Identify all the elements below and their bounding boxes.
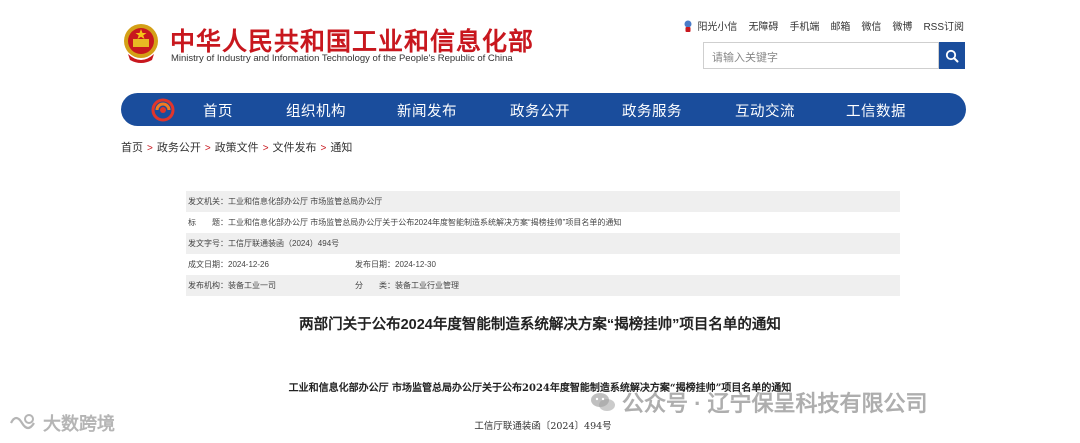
breadcrumb-home[interactable]: 首页 (121, 142, 143, 154)
nav-item-home[interactable]: 首页 (203, 100, 233, 121)
top-link-label: 阳光小信 (697, 22, 738, 33)
site-title-english: Ministry of Industry and Information Tec… (171, 53, 513, 64)
article-title: 两部门关于公布2024年度智能制造系统解决方案“揭榜挂帅”项目名单的通知 (299, 317, 781, 333)
document-meta-table: 发文机关：工业和信息化部办公厅 市场监管总局办公厅 标 题：工业和信息化部办公厅… (186, 191, 900, 296)
nav-item-data[interactable]: 工信数据 (846, 100, 906, 121)
breadcrumb-separator: > (320, 143, 327, 154)
meta-org-row: 发布机构：装备工业一司 分 类：装备工业行业管理 (186, 275, 900, 296)
ministry-logo-icon (151, 98, 175, 122)
meta-category: 分 类：装备工业行业管理 (355, 281, 459, 290)
meta-dates-row: 成文日期：2024-12-26 发布日期：2024-12-30 (186, 254, 900, 275)
wechat-icon (591, 393, 615, 411)
breadcrumb-separator: > (262, 143, 269, 154)
top-link-weibo[interactable]: 微博 (892, 18, 912, 33)
top-link-mobile[interactable]: 手机端 (789, 18, 819, 33)
watermark-right-text: 公众号 · 辽宁保呈科技有限公司 (622, 391, 928, 416)
nav-item-government-affairs[interactable]: 政务公开 (510, 100, 570, 121)
meta-created-date: 成文日期：2024-12-26 (188, 260, 269, 269)
breadcrumb-release[interactable]: 文件发布 (273, 142, 317, 154)
nav-item-interaction[interactable]: 互动交流 (735, 100, 795, 121)
meta-title: 标 题：工业和信息化部办公厅 市场监管总局办公厅关于公布2024年度智能制造系统… (188, 218, 622, 227)
meta-org: 发布机构：装备工业一司 (188, 281, 276, 290)
top-links: 阳光小信 无障碍 手机端 邮箱 微信 微博 RSS订阅 (683, 18, 964, 33)
watermark-right: 公众号 · 辽宁保呈科技有限公司 (590, 386, 928, 418)
national-emblem-icon (124, 24, 158, 63)
meta-doc-no: 发文字号：工信厅联通装函（2024）494号 (186, 233, 900, 254)
top-link-sunshine[interactable]: 阳光小信 (683, 18, 737, 33)
nav-item-organization[interactable]: 组织机构 (286, 100, 346, 121)
breadcrumb-separator: > (204, 143, 211, 154)
meta-issuer: 发文机关：工业和信息化部办公厅 市场监管总局办公厅 (186, 191, 900, 212)
search-placeholder: 请输入关键字 (712, 52, 778, 64)
top-link-mail[interactable]: 邮箱 (830, 18, 850, 33)
search-button[interactable] (939, 42, 965, 69)
top-link-accessibility[interactable]: 无障碍 (748, 18, 778, 33)
breadcrumb-government[interactable]: 政务公开 (157, 142, 201, 154)
search-icon (945, 49, 959, 62)
nav-item-news[interactable]: 新闻发布 (397, 100, 457, 121)
mascot-icon (684, 20, 692, 32)
watermark-left-text: 大数跨境 (43, 414, 115, 434)
top-link-rss[interactable]: RSS订阅 (923, 18, 964, 33)
watermark-logo-icon (10, 414, 35, 430)
search-input[interactable]: 请输入关键字 (703, 42, 939, 69)
meta-published-date: 发布日期：2024-12-30 (355, 260, 436, 269)
main-nav: 首页 组织机构 新闻发布 政务公开 政务服务 互动交流 工信数据 (121, 93, 966, 126)
breadcrumb-policy[interactable]: 政策文件 (215, 142, 259, 154)
watermark-left: 大数跨境 (8, 410, 115, 436)
nav-item-services[interactable]: 政务服务 (622, 100, 682, 121)
breadcrumb-separator: > (147, 143, 153, 154)
article-doc-number: 工信厅联通装函〔2024〕494号 (474, 421, 612, 432)
top-link-wechat[interactable]: 微信 (861, 18, 881, 33)
breadcrumb: 首页 > 政务公开 > 政策文件 > 文件发布 > 通知 (121, 139, 352, 155)
breadcrumb-notice[interactable]: 通知 (330, 142, 352, 154)
